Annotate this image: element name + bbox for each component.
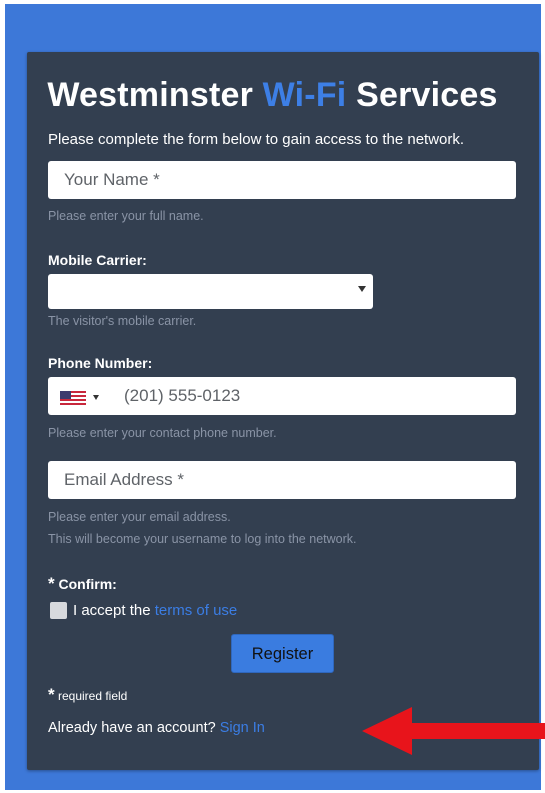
register-button[interactable]: Register (231, 634, 334, 673)
terms-checkbox[interactable] (50, 602, 67, 619)
phone-field-wrapper (48, 377, 516, 415)
carrier-select[interactable] (48, 274, 373, 309)
email-input[interactable] (48, 461, 516, 499)
phone-hint: Please enter your contact phone number. (48, 426, 277, 440)
terms-of-use-link[interactable]: terms of use (155, 602, 238, 619)
email-hint-line1: Please enter your email address. (48, 510, 231, 524)
carrier-hint: The visitor's mobile carrier. (48, 314, 197, 328)
required-note: * required field (48, 685, 127, 705)
phone-label: Phone Number: (48, 355, 153, 371)
title-part2: Services (356, 76, 498, 114)
name-hint: Please enter your full name. (48, 209, 204, 223)
already-account-text: Already have an account? (48, 720, 216, 736)
caret-down-icon (93, 395, 99, 400)
red-arrow-icon (362, 707, 545, 755)
intro-text: Please complete the form below to gain a… (48, 131, 465, 148)
name-field-wrapper (48, 161, 516, 199)
required-asterisk: * (48, 574, 55, 593)
dropdown-arrow-icon (358, 286, 366, 292)
confirm-label: * Confirm: (48, 574, 117, 594)
title-part1: Westminster (47, 76, 254, 114)
email-field-wrapper (48, 461, 516, 499)
title-accent: Wi-Fi (262, 76, 347, 114)
email-hint-line2: This will become your username to log in… (48, 532, 357, 546)
country-code-select[interactable] (48, 377, 118, 415)
name-input[interactable] (48, 161, 516, 199)
page-title: Westminster Wi-Fi Services (0, 76, 545, 115)
sign-in-link[interactable]: Sign In (220, 720, 265, 736)
required-note-text: required field (57, 689, 128, 703)
terms-accept-text: I accept the terms of use (73, 602, 237, 619)
required-asterisk: * (48, 685, 55, 704)
us-flag-icon (60, 391, 86, 405)
sign-in-prompt: Already have an account? Sign In (48, 720, 265, 736)
accept-text: I accept the (73, 602, 151, 619)
carrier-label: Mobile Carrier: (48, 252, 147, 268)
confirm-label-text: Confirm: (58, 576, 117, 592)
phone-input[interactable] (124, 377, 516, 415)
